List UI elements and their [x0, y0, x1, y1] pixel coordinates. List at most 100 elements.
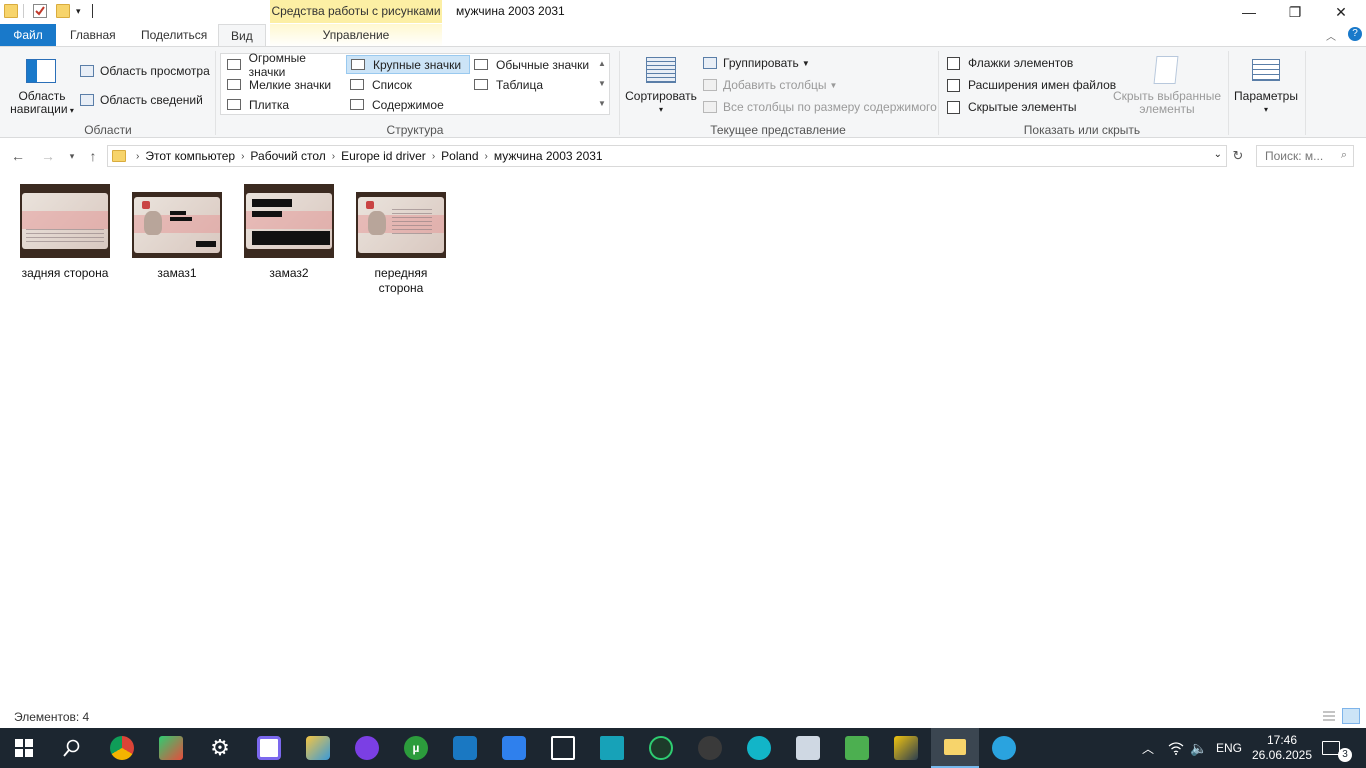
restore-button[interactable]: ❐: [1272, 0, 1318, 24]
tab-view[interactable]: Вид: [218, 24, 266, 47]
back-button[interactable]: ←: [6, 144, 30, 168]
shield-icon[interactable]: [588, 728, 636, 768]
group-by-button[interactable]: Группировать ▼: [703, 56, 810, 70]
tab-manage[interactable]: Управление: [270, 24, 442, 47]
minimize-button[interactable]: —: [1226, 0, 1272, 24]
volume-icon[interactable]: 🔈: [1190, 728, 1207, 768]
item-checkboxes-checkbox[interactable]: [947, 56, 960, 70]
user-icon[interactable]: [686, 728, 734, 768]
app-icon[interactable]: [882, 728, 930, 768]
options-icon[interactable]: [1252, 59, 1280, 81]
app-icon[interactable]: [343, 728, 391, 768]
app-icon[interactable]: [784, 728, 832, 768]
file-thumbnail: [356, 192, 446, 258]
file-item[interactable]: задняя сторона: [15, 180, 115, 281]
app-icon[interactable]: [245, 728, 293, 768]
details-icon: [474, 79, 488, 90]
layout-label: Обычные значки: [496, 57, 590, 72]
details-view-icon[interactable]: [1320, 708, 1338, 724]
tab-file[interactable]: Файл: [0, 24, 56, 47]
layout-list[interactable]: Список: [346, 75, 470, 94]
hide-selected-button[interactable]: Скрыть выбранные элементы: [1112, 90, 1222, 116]
address-dropdown-icon[interactable]: ⌄: [1214, 149, 1222, 160]
show-hidden-icons-icon[interactable]: ︿: [1142, 728, 1154, 768]
telegram-icon[interactable]: [980, 728, 1028, 768]
chevron-right-icon[interactable]: ›: [432, 151, 435, 162]
collapse-ribbon-icon[interactable]: ︿: [1326, 28, 1336, 43]
breadcrumb-this-pc[interactable]: Этот компьютер: [145, 149, 235, 163]
search-input[interactable]: Поиск: м... ⌕: [1256, 145, 1354, 167]
app-icon[interactable]: [147, 728, 195, 768]
layout-gallery-scroll[interactable]: ▲ ▼ ▼: [595, 54, 609, 114]
layout-tiles[interactable]: Плитка: [223, 95, 343, 114]
layout-label: Плитка: [249, 97, 290, 112]
chevron-right-icon[interactable]: ›: [485, 151, 488, 162]
size-columns-button[interactable]: Все столбцы по размеру содержимого: [703, 100, 937, 114]
scroll-down-icon[interactable]: ▼: [595, 74, 609, 94]
settings-icon[interactable]: ⚙: [196, 728, 244, 768]
chevron-right-icon[interactable]: ›: [332, 151, 335, 162]
file-item[interactable]: замаз2: [239, 180, 339, 281]
layout-medium-icons[interactable]: Обычные значки: [470, 55, 594, 74]
new-folder-icon[interactable]: [56, 4, 70, 18]
breadcrumb-desktop[interactable]: Рабочий стол: [250, 149, 325, 163]
add-columns-button[interactable]: Добавить столбцы ▼: [703, 78, 837, 92]
file-item[interactable]: передняя сторона: [351, 180, 451, 296]
address-bar[interactable]: › Этот компьютер › Рабочий стол › Europe…: [107, 145, 1227, 167]
layout-details[interactable]: Таблица: [470, 75, 594, 94]
sort-button[interactable]: Сортировать ▾: [624, 90, 698, 116]
utorrent-icon[interactable]: µ: [392, 728, 440, 768]
breadcrumb-poland[interactable]: Poland: [441, 149, 478, 163]
hidden-items-toggle[interactable]: Скрытые элементы: [947, 100, 1077, 114]
layout-extra-large-icons[interactable]: Огромные значки: [223, 51, 343, 79]
forward-button[interactable]: →: [36, 144, 60, 168]
preview-pane-button[interactable]: Область просмотра: [80, 64, 210, 78]
clock[interactable]: 17:46 26.06.2025: [1252, 728, 1312, 768]
details-pane-label: Область сведений: [100, 93, 203, 107]
item-checkboxes-toggle[interactable]: Флажки элементов: [947, 56, 1073, 70]
file-explorer-icon[interactable]: [931, 728, 979, 768]
file-extensions-checkbox[interactable]: [947, 78, 960, 92]
photos-icon[interactable]: [441, 728, 489, 768]
options-button[interactable]: Параметры ▾: [1230, 90, 1302, 116]
search-taskbar-icon[interactable]: [48, 728, 96, 768]
up-button[interactable]: ↑: [81, 144, 105, 168]
close-button[interactable]: ✕: [1318, 0, 1364, 24]
notifications-icon[interactable]: 3: [1322, 728, 1352, 768]
chrome-icon[interactable]: [98, 728, 146, 768]
app-icon[interactable]: [539, 728, 587, 768]
details-pane-button[interactable]: Область сведений: [80, 93, 203, 107]
file-extensions-toggle[interactable]: Расширения имен файлов: [947, 78, 1116, 92]
app-icon[interactable]: [490, 728, 538, 768]
tab-home[interactable]: Главная: [58, 24, 128, 47]
layout-small-icons[interactable]: Мелкие значки: [223, 75, 343, 94]
breadcrumb-current-folder[interactable]: мужчина 2003 2031: [494, 149, 603, 163]
large-icons-view-icon[interactable]: [1342, 708, 1360, 724]
item-count: Элементов: 4: [14, 710, 90, 724]
breadcrumb-europe-id-driver[interactable]: Europe id driver: [341, 149, 426, 163]
chevron-right-icon[interactable]: ›: [136, 151, 139, 162]
navigation-pane-icon[interactable]: [26, 59, 56, 83]
layout-content[interactable]: Содержимое: [346, 95, 470, 114]
file-name: передняя сторона: [374, 266, 428, 295]
expand-gallery-icon[interactable]: ▼: [595, 94, 609, 114]
sort-icon[interactable]: [646, 57, 676, 83]
properties-icon[interactable]: [33, 4, 47, 18]
navigation-pane-button[interactable]: Область навигации ▾: [8, 90, 76, 117]
help-icon[interactable]: ?: [1348, 27, 1362, 41]
start-button[interactable]: [0, 728, 48, 768]
lock-icon[interactable]: [833, 728, 881, 768]
refresh-button[interactable]: ↻: [1226, 144, 1250, 168]
language-indicator[interactable]: ENG: [1216, 728, 1242, 768]
keys-icon[interactable]: [294, 728, 342, 768]
app-icon[interactable]: [637, 728, 685, 768]
chevron-right-icon[interactable]: ›: [241, 151, 244, 162]
app-icon[interactable]: [735, 728, 783, 768]
wifi-icon[interactable]: [1168, 728, 1184, 768]
hidden-items-checkbox[interactable]: [947, 100, 960, 114]
quick-access-dropdown-icon[interactable]: ▾: [76, 6, 81, 17]
scroll-up-icon[interactable]: ▲: [595, 54, 609, 74]
layout-large-icons[interactable]: Крупные значки: [346, 55, 470, 74]
tab-share[interactable]: Поделиться: [129, 24, 219, 47]
file-item[interactable]: замаз1: [127, 180, 227, 281]
